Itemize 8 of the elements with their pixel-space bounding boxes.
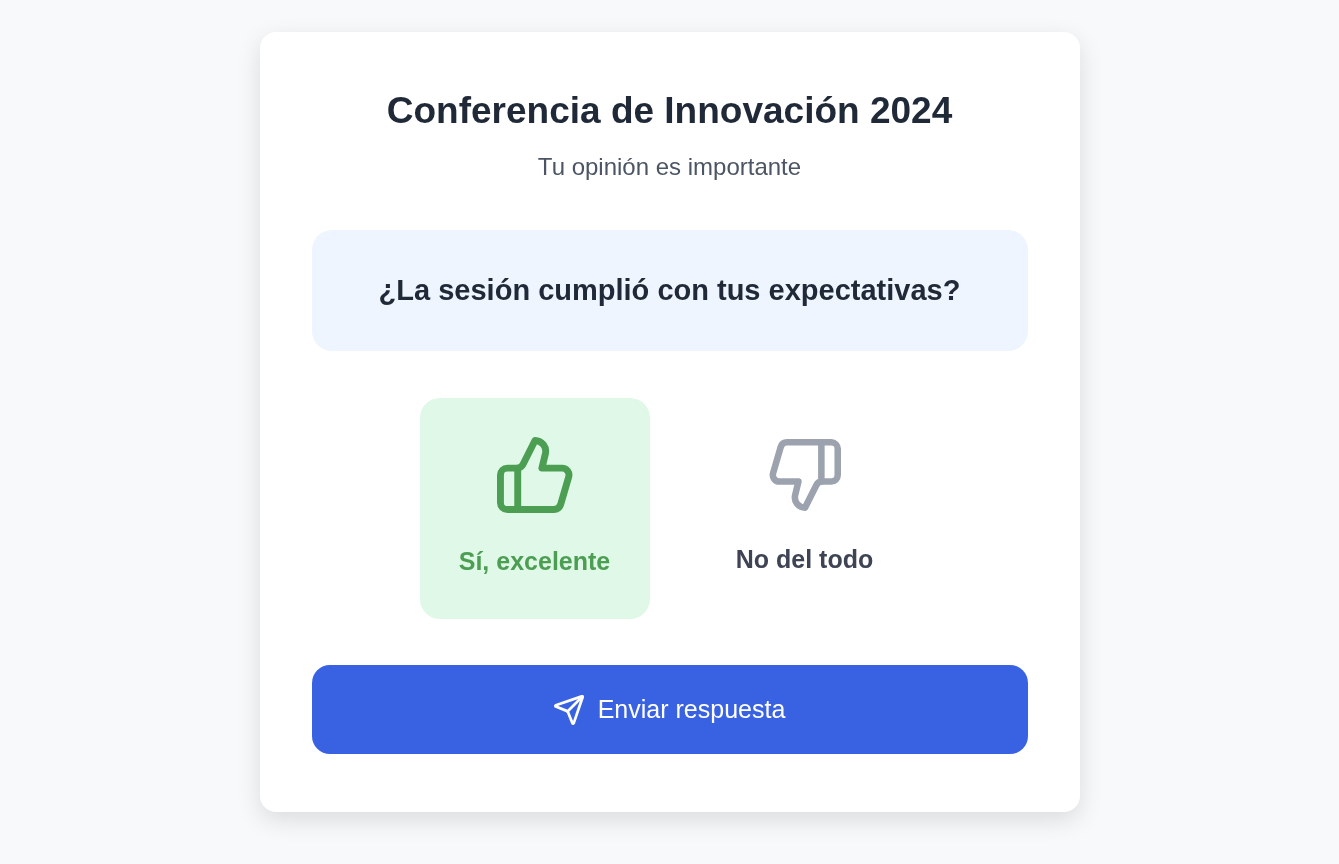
question-text: ¿La sesión cumplió con tus expectativas? [378, 272, 961, 308]
answer-option[interactable]: Sí, excelente [419, 398, 650, 619]
thumbs-down-icon [768, 438, 841, 511]
thumbs-up-icon [496, 436, 573, 513]
submit-button[interactable]: Enviar respuesta [311, 665, 1028, 754]
card-subtitle: Tu opinión es importante [537, 152, 802, 182]
send-icon [553, 694, 584, 725]
card-title: Conferencia de Innovación 2024 [386, 89, 953, 133]
